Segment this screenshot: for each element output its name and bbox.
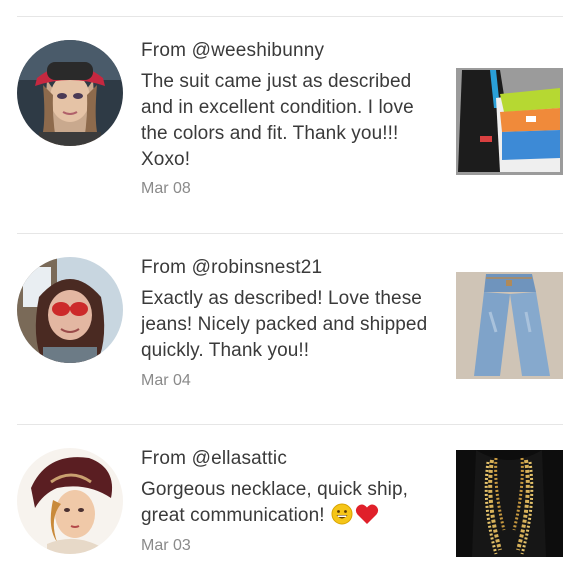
review-text: Exactly as described! Love these jeans! … [141, 288, 428, 361]
avatar-photo [17, 257, 123, 363]
listing-thumbnail[interactable] [456, 68, 563, 175]
divider [17, 16, 563, 17]
reviewer-handle[interactable]: From @ellasattic [141, 448, 287, 470]
reviewer-handle[interactable]: From @robinsnest21 [141, 257, 322, 279]
divider [17, 424, 563, 425]
thumbnail-photo [456, 450, 563, 557]
avatar-photo [17, 448, 123, 554]
user-avatar[interactable] [17, 448, 123, 554]
divider [17, 233, 563, 234]
avatar-photo [17, 40, 123, 146]
review-text: The suit came just as described and in e… [141, 71, 414, 170]
review-feed: From @weeshibunny The suit came just as … [0, 0, 580, 580]
review-text: Gorgeous necklace, quick ship, great com… [141, 477, 431, 529]
reviewer-handle[interactable]: From @weeshibunny [141, 40, 324, 62]
listing-thumbnail[interactable] [456, 450, 563, 557]
thumbnail-photo [456, 272, 563, 379]
user-avatar[interactable] [17, 257, 123, 363]
thumbnail-photo [456, 68, 563, 175]
grinning-face-emoji [331, 503, 353, 525]
red-heart-emoji [355, 503, 379, 525]
review-date: Mar 03 [141, 537, 191, 554]
review-date: Mar 08 [141, 180, 191, 197]
review-date: Mar 04 [141, 372, 191, 389]
user-avatar[interactable] [17, 40, 123, 146]
listing-thumbnail[interactable] [456, 272, 563, 379]
